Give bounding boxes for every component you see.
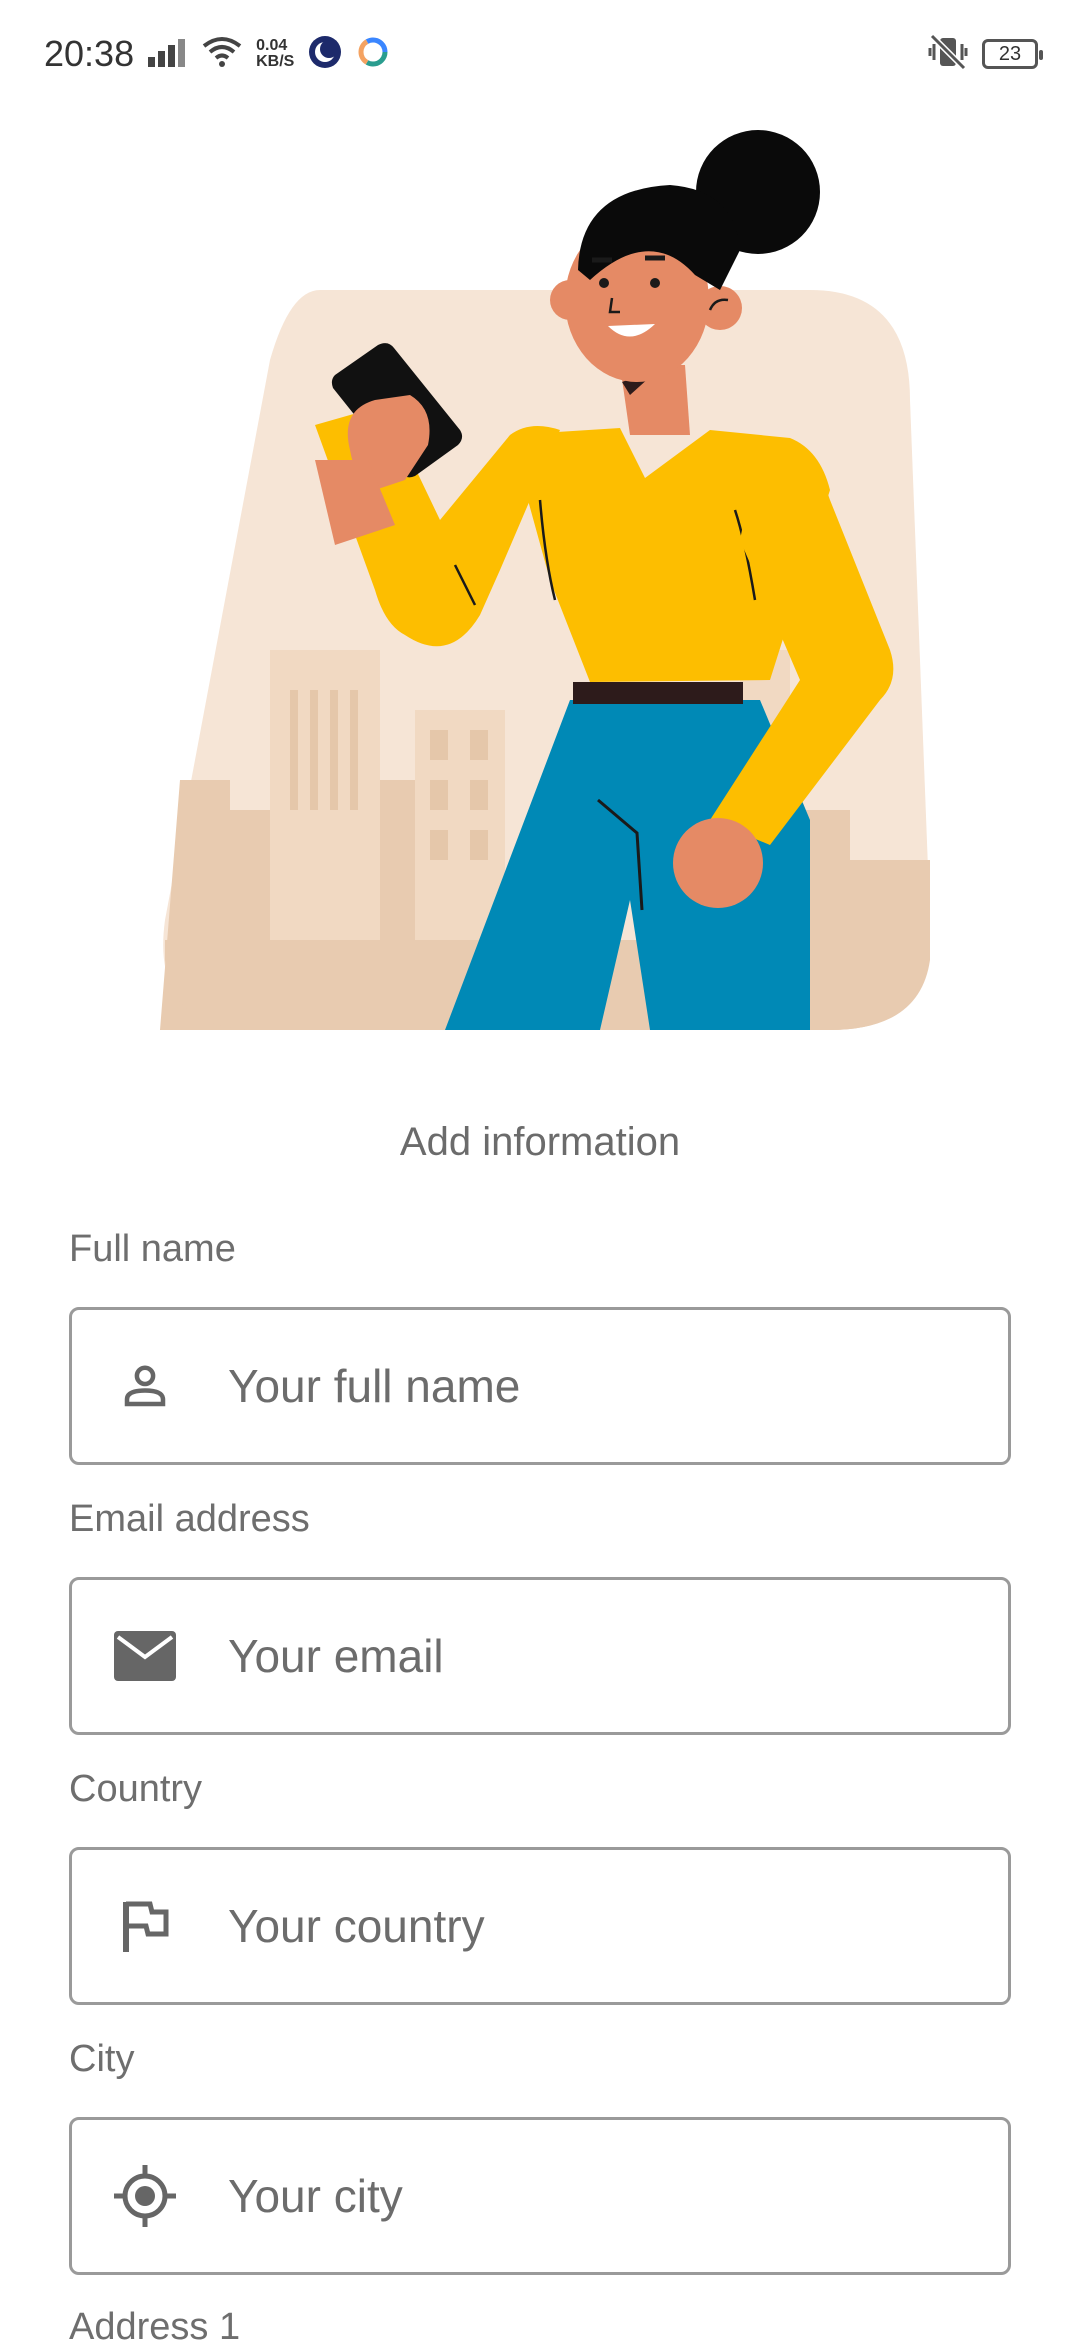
status-time: 20:38	[44, 33, 135, 74]
email-label: Email address	[69, 1498, 310, 1540]
wifi-icon	[202, 36, 242, 73]
battery-level: 23	[998, 42, 1022, 65]
address-1-label: Address 1	[69, 2306, 241, 2348]
city-label: City	[69, 2038, 135, 2080]
country-input[interactable]	[226, 1898, 926, 1954]
circle-app-icon	[356, 35, 390, 74]
full-name-field[interactable]	[69, 1307, 1011, 1465]
mail-icon	[112, 1623, 178, 1689]
city-input[interactable]	[226, 2168, 926, 2224]
city-field[interactable]	[69, 2117, 1011, 2275]
location-target-icon	[112, 2163, 178, 2229]
email-field[interactable]	[69, 1577, 1011, 1735]
person-icon	[112, 1353, 178, 1419]
full-name-label: Full name	[69, 1228, 236, 1270]
vibrate-off-icon	[926, 33, 970, 75]
moon-app-icon	[308, 35, 342, 74]
status-bar: 20:38 0.04 KB/S 23	[0, 0, 1080, 108]
status-right: 23	[926, 33, 1043, 75]
status-left: 20:38 0.04 KB/S	[44, 33, 390, 75]
net-speed-value: 0.04	[256, 37, 288, 54]
net-speed: 0.04 KB/S	[256, 38, 294, 70]
flag-icon	[112, 1893, 178, 1959]
email-input[interactable]	[226, 1628, 926, 1684]
signal-icon	[148, 37, 188, 72]
country-label: Country	[69, 1768, 203, 1810]
woman-with-phone-illustration	[150, 120, 950, 1050]
form-title: Add information	[399, 1120, 681, 1164]
full-name-input[interactable]	[226, 1358, 926, 1414]
net-speed-unit: KB/S	[256, 53, 295, 70]
battery-icon: 23	[982, 39, 1043, 69]
country-field[interactable]	[69, 1847, 1011, 2005]
